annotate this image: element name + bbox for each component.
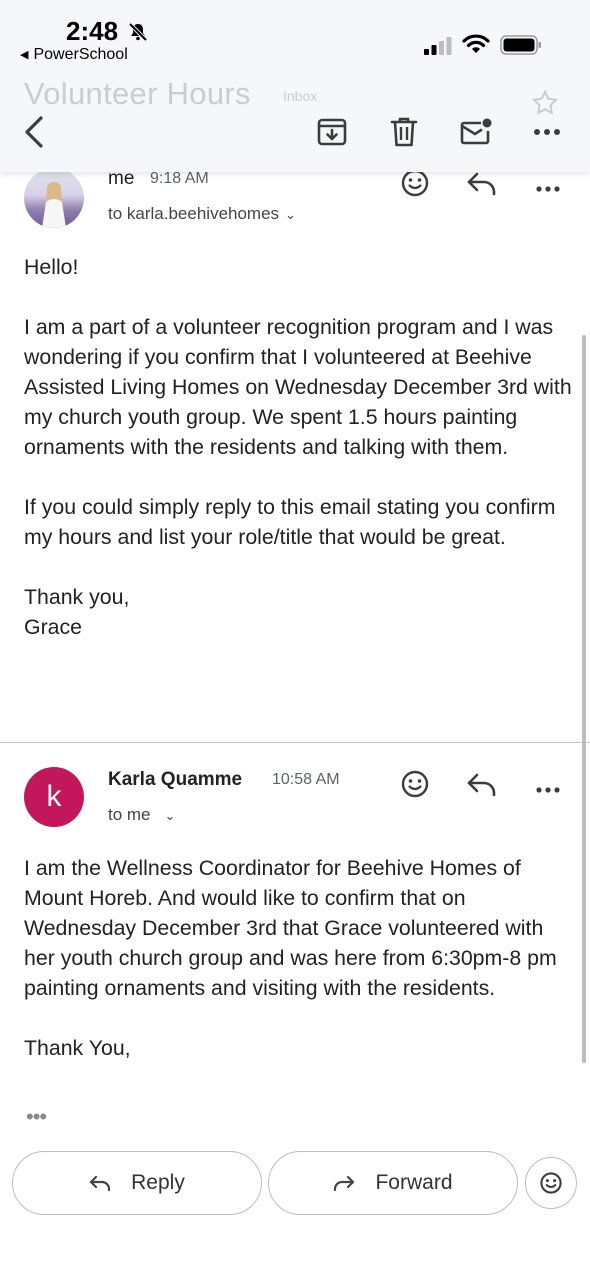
cellular-signal-icon [424,36,454,61]
mark-unread-icon[interactable] [456,112,496,152]
reply-button[interactable]: Reply [12,1151,262,1215]
inbox-label: Inbox [283,88,318,104]
reply-icon[interactable] [466,170,498,201]
sender-name: Karla Quamme [108,769,243,790]
chevron-down-icon: ⌄ [285,207,296,222]
show-trimmed-content-button[interactable]: ••• [26,1104,47,1130]
avatar-karla[interactable]: k [24,767,84,827]
recipient-line[interactable]: to karla.beehivehomes ⌄ [108,204,296,224]
forward-arrow-icon [334,1175,355,1192]
back-triangle-icon: ◀ [20,49,29,61]
body-paragraph: I am a part of a volunteer recognition p… [24,315,572,459]
smiley-icon [540,1172,562,1194]
body-paragraph: Thank You, [24,1036,131,1060]
scrollbar[interactable] [582,335,586,1063]
body-paragraph: Thank you, Grace [24,585,130,639]
message-more-icon[interactable] [535,781,561,799]
silent-bell-icon [128,22,148,47]
message-more-icon[interactable] [535,180,561,198]
battery-icon [500,35,542,60]
message-body: I am the Wellness Coordinator for Beehiv… [24,853,576,1063]
body-paragraph: I am the Wellness Coordinator for Beehiv… [24,856,557,1000]
back-arrow-icon[interactable] [14,112,54,152]
message-time: 9:18 AM [150,170,209,187]
archive-icon[interactable] [312,112,352,152]
body-paragraph: Hello! [24,255,79,279]
reply-label: Reply [131,1171,185,1194]
message-body: Hello! I am a part of a volunteer recogn… [24,252,576,642]
avatar-me[interactable] [24,168,84,228]
add-reaction-icon[interactable] [400,168,430,203]
forward-button[interactable]: Forward [268,1151,518,1215]
wifi-icon [462,33,490,60]
reply-arrow-icon [90,1175,111,1192]
status-time: 2:48 [66,16,119,46]
back-to-app-link[interactable]: ◀ PowerSchool [20,46,128,64]
emoji-reaction-button[interactable] [525,1157,577,1209]
chevron-down-icon: ⌄ [164,808,176,823]
message-time: 10:58 AM [272,771,340,788]
add-reaction-icon[interactable] [400,769,430,804]
message-divider [0,742,590,743]
trash-icon[interactable] [384,112,424,152]
email-subject: Volunteer Hours [24,76,251,111]
recipient-line[interactable]: to me ⌄ [108,805,175,825]
body-paragraph: If you could simply reply to this email … [24,495,556,549]
forward-label: Forward [375,1171,453,1194]
more-icon[interactable] [527,112,567,152]
top-app-bar: 2:48 ◀ PowerSchool Volunteer Hours Inbox [0,0,590,172]
reply-icon[interactable] [466,771,498,802]
